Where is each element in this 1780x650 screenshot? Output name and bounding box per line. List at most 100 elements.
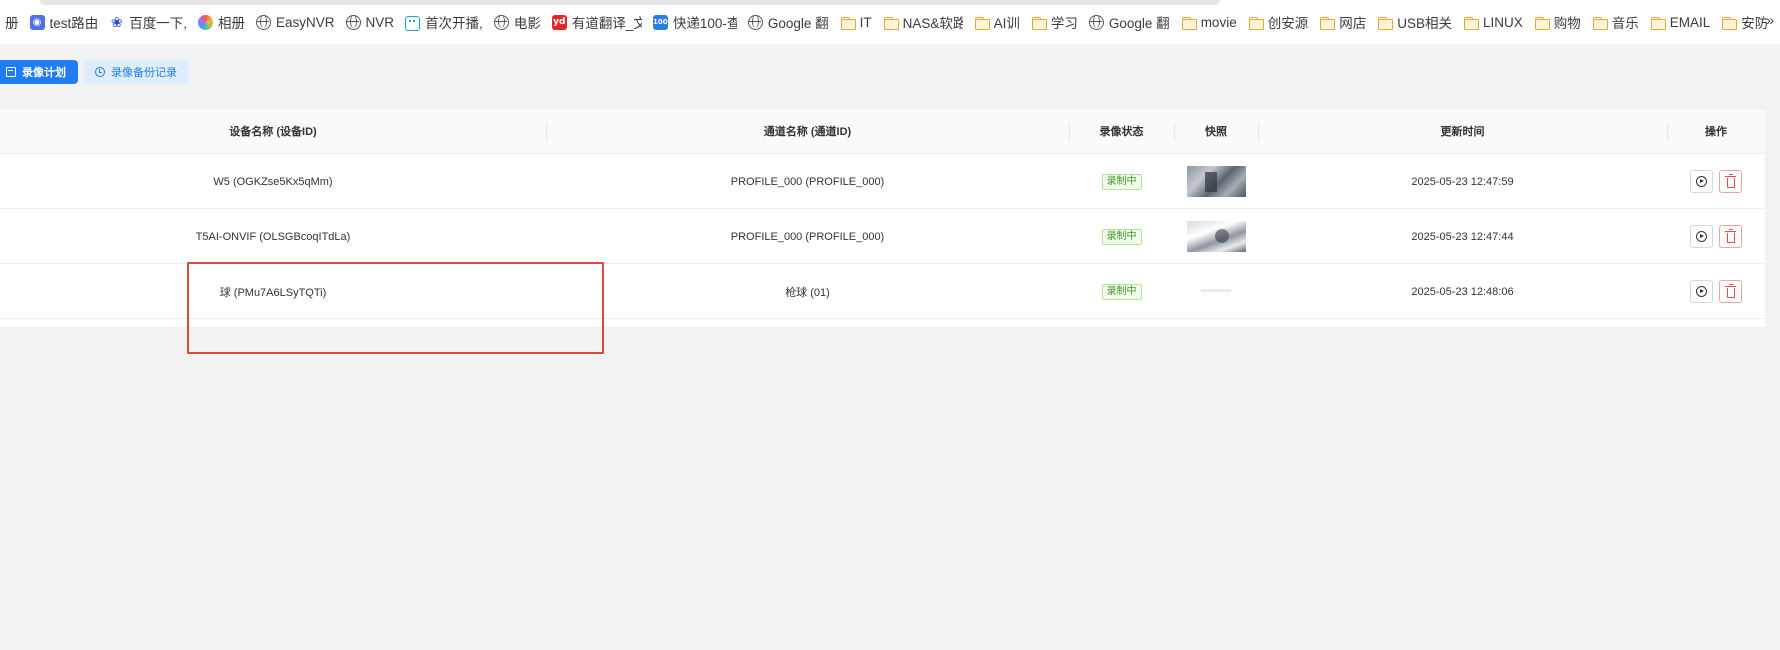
bookmark-folder[interactable]: movie: [1176, 9, 1243, 35]
bookmark-item[interactable]: 首次开播,: [400, 9, 489, 35]
channel-cell: PROFILE_000 (PROFILE_000): [730, 230, 885, 243]
bookmark-label: 电影: [513, 16, 541, 31]
table-row: T5AI-ONVIF (OLSGBcoqITdLa) PROFILE_000 (…: [0, 209, 1765, 264]
device-cell: T5AI-ONVIF (OLSGBcoqITdLa): [195, 230, 351, 243]
globe-icon: [1088, 14, 1104, 30]
snapshot-thumbnail[interactable]: [1186, 166, 1246, 197]
page-toolbar: 录像计划 录像备份记录: [0, 60, 188, 84]
trash-icon: [1724, 228, 1736, 243]
bookmark-label: LINUX: [1482, 14, 1523, 30]
folder-icon: [974, 15, 990, 30]
bookmark-folder[interactable]: 创安源: [1243, 9, 1315, 35]
bookmarks-bar: 册 ◉ test路由 ❀ 百度一下, 相册 EasyNVR NVR 首次开播, …: [0, 0, 1780, 44]
bookmark-label: 安防: [1741, 16, 1769, 31]
folder-icon: [1592, 15, 1608, 30]
bookmark-folder[interactable]: IT: [835, 9, 878, 35]
folder-icon: [840, 15, 856, 30]
bookmark-item[interactable]: ◉ test路由: [25, 9, 105, 35]
bookmark-folder[interactable]: AI训: [969, 9, 1026, 35]
kuaidi100-badge-icon: 100: [652, 14, 668, 30]
bookmark-folder[interactable]: USB相关: [1372, 9, 1458, 35]
bookmark-folder[interactable]: 购物: [1529, 9, 1587, 35]
play-icon: [1696, 176, 1707, 187]
bookmark-label: 购物: [1553, 16, 1581, 31]
tab-strip-edge: [40, 0, 1220, 5]
folder-icon: [883, 15, 899, 30]
status-cell: 录制中: [1069, 209, 1174, 264]
globe-icon: [345, 14, 361, 30]
calendar-icon: [6, 67, 16, 77]
bookmark-item[interactable]: EasyNVR: [251, 9, 341, 35]
bookmark-item[interactable]: yd 有道翻译_文: [547, 9, 648, 35]
trash-icon: [1724, 173, 1736, 188]
folder-icon: [1463, 15, 1479, 30]
bookmark-item[interactable]: 100 快递100-查: [648, 9, 743, 35]
bookmark-label: NAS&软路: [902, 16, 963, 31]
bookmark-folder[interactable]: 学习: [1026, 9, 1084, 35]
bookmark-folder[interactable]: NAS&软路: [878, 9, 969, 35]
folder-icon: [1721, 15, 1738, 30]
folder-icon: [1248, 15, 1264, 30]
delete-button[interactable]: [1719, 170, 1742, 193]
more-bookmarks-chevron-icon[interactable]: »: [1766, 12, 1774, 28]
globe-icon: [747, 14, 763, 30]
bookmark-folder[interactable]: 网店: [1314, 9, 1372, 35]
bookmark-label: 册: [5, 16, 19, 31]
channel-cell: PROFILE_000 (PROFILE_000): [730, 175, 885, 188]
bilibili-tv-icon: [405, 15, 421, 31]
bookmark-label: EMAIL: [1669, 14, 1711, 30]
play-icon: [1696, 231, 1707, 242]
folder-icon: [1534, 15, 1550, 30]
delete-button[interactable]: [1719, 225, 1742, 248]
bookmark-label: 相册: [218, 16, 246, 31]
bookmark-label: 有道翻译_文: [571, 16, 642, 31]
folder-icon: [1181, 15, 1197, 30]
record-backup-history-button[interactable]: 录像备份记录: [84, 60, 188, 84]
bookmark-label: test路由: [49, 16, 99, 31]
bookmark-folder[interactable]: EMAIL: [1645, 9, 1717, 35]
record-plan-button[interactable]: 录像计划: [0, 60, 78, 84]
bookmark-label: NVR: [365, 14, 395, 30]
bookmark-item[interactable]: 电影: [489, 9, 547, 35]
folder-icon: [1377, 15, 1394, 30]
recording-status-badge: 录制中: [1101, 228, 1142, 245]
play-button[interactable]: [1690, 170, 1713, 193]
bookmark-folder[interactable]: LINUX: [1458, 9, 1529, 35]
bookmark-label: 创安源: [1267, 16, 1309, 31]
folder-icon: [1319, 15, 1336, 30]
header-device: 设备名称 (设备ID): [229, 126, 317, 138]
record-backup-history-label: 录像备份记录: [111, 67, 177, 79]
bookmark-label: AI训: [993, 16, 1020, 31]
actions-cell: [1667, 264, 1765, 319]
bookmark-label: IT: [859, 14, 872, 30]
recording-status-badge: 录制中: [1101, 173, 1142, 190]
actions-cell: [1667, 154, 1765, 209]
header-actions: 操作: [1705, 126, 1727, 138]
snapshot-cell: [1174, 264, 1258, 319]
play-button[interactable]: [1690, 225, 1713, 248]
bookmark-item[interactable]: ❀ 百度一下,: [104, 9, 193, 35]
bookmark-item[interactable]: 相册: [193, 9, 251, 35]
bookmark-label: 快递100-查: [672, 16, 737, 31]
status-cell: 录制中: [1069, 154, 1174, 209]
play-button[interactable]: [1690, 280, 1713, 303]
globe-icon: [256, 14, 272, 30]
record-plan-label: 录像计划: [22, 67, 66, 79]
actions-cell: [1667, 209, 1765, 264]
snapshot-thumbnail[interactable]: [1186, 276, 1246, 307]
updated-cell: 2025-05-23 12:48:06: [1411, 285, 1514, 298]
device-cell: W5 (OGKZse5Kx5qMm): [213, 175, 333, 188]
bookmark-item[interactable]: 册: [0, 9, 25, 35]
bookmark-folder[interactable]: 音乐: [1587, 9, 1645, 35]
folder-icon: [1650, 15, 1666, 30]
baidu-paw-icon: ❀: [110, 13, 123, 30]
delete-button[interactable]: [1719, 280, 1742, 303]
bookmark-label: USB相关: [1397, 16, 1452, 31]
bookmark-label: 网店: [1339, 16, 1367, 31]
bookmark-item[interactable]: Google 翻: [743, 9, 835, 35]
snapshot-thumbnail[interactable]: [1186, 221, 1246, 252]
bookmark-item[interactable]: NVR: [341, 9, 401, 35]
bookmark-label: 学习: [1050, 16, 1078, 31]
table-header: 设备名称 (设备ID) 通道名称 (通道ID) 录像状态 快照 更新时间 操作: [0, 110, 1765, 154]
bookmark-item[interactable]: Google 翻: [1084, 9, 1176, 35]
